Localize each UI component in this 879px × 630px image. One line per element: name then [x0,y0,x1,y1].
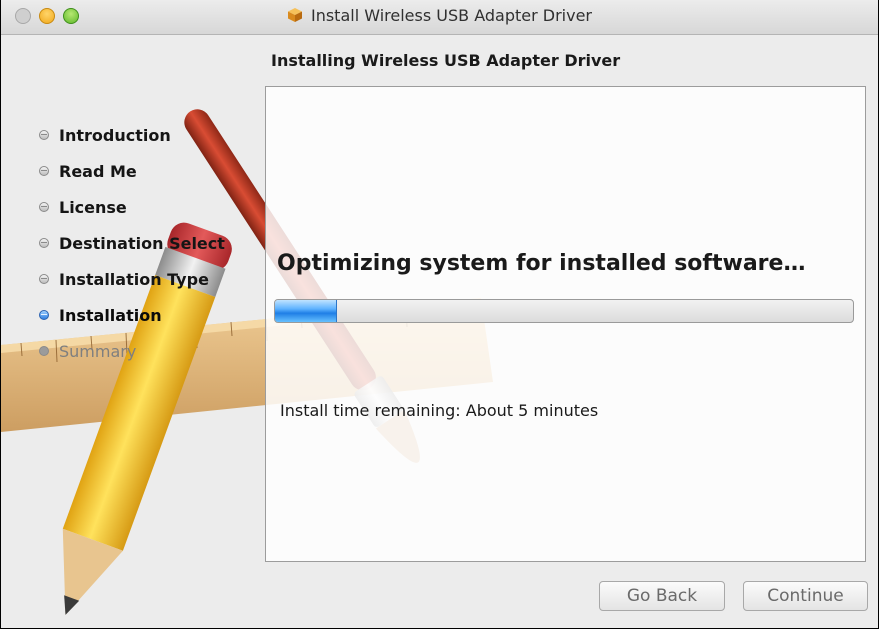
title-bar: Install Wireless USB Adapter Driver [1,0,878,35]
step-label: Summary [59,341,137,361]
install-progress-bar [274,299,854,323]
go-back-button[interactable]: Go Back [599,581,725,611]
step-summary: Summary [39,333,269,369]
step-bullet-icon [39,130,49,140]
installer-steps: Introduction Read Me License Destination… [39,117,269,369]
step-installation: Installation [39,297,269,333]
time-remaining-text: Install time remaining: About 5 minutes [280,401,599,420]
installer-window: Install Wireless USB Adapter Driver Inst… [0,0,879,629]
step-bullet-icon [39,202,49,212]
step-label: License [59,197,127,217]
step-label: Introduction [59,125,171,145]
step-bullet-icon [39,274,49,284]
package-icon [287,8,302,22]
step-label: Read Me [59,161,137,181]
step-installation-type: Installation Type [39,261,269,297]
step-bullet-pending-icon [39,346,49,356]
install-status-text: Optimizing system for installed software… [277,251,806,276]
step-bullet-icon [39,238,49,248]
page-title: Installing Wireless USB Adapter Driver [271,51,621,70]
step-destination-select: Destination Select [39,225,269,261]
step-bullet-active-icon [39,310,49,320]
step-label: Installation Type [59,269,209,289]
continue-button[interactable]: Continue [743,581,868,611]
step-label: Installation [59,305,162,325]
step-license: License [39,189,269,225]
window-title-text: Install Wireless USB Adapter Driver [310,6,592,25]
content-pane: Optimizing system for installed software… [265,86,866,562]
step-read-me: Read Me [39,153,269,189]
window-title: Install Wireless USB Adapter Driver [1,6,878,25]
step-bullet-icon [39,166,49,176]
step-label: Destination Select [59,233,225,253]
step-introduction: Introduction [39,117,269,153]
install-progress-fill [275,300,337,322]
